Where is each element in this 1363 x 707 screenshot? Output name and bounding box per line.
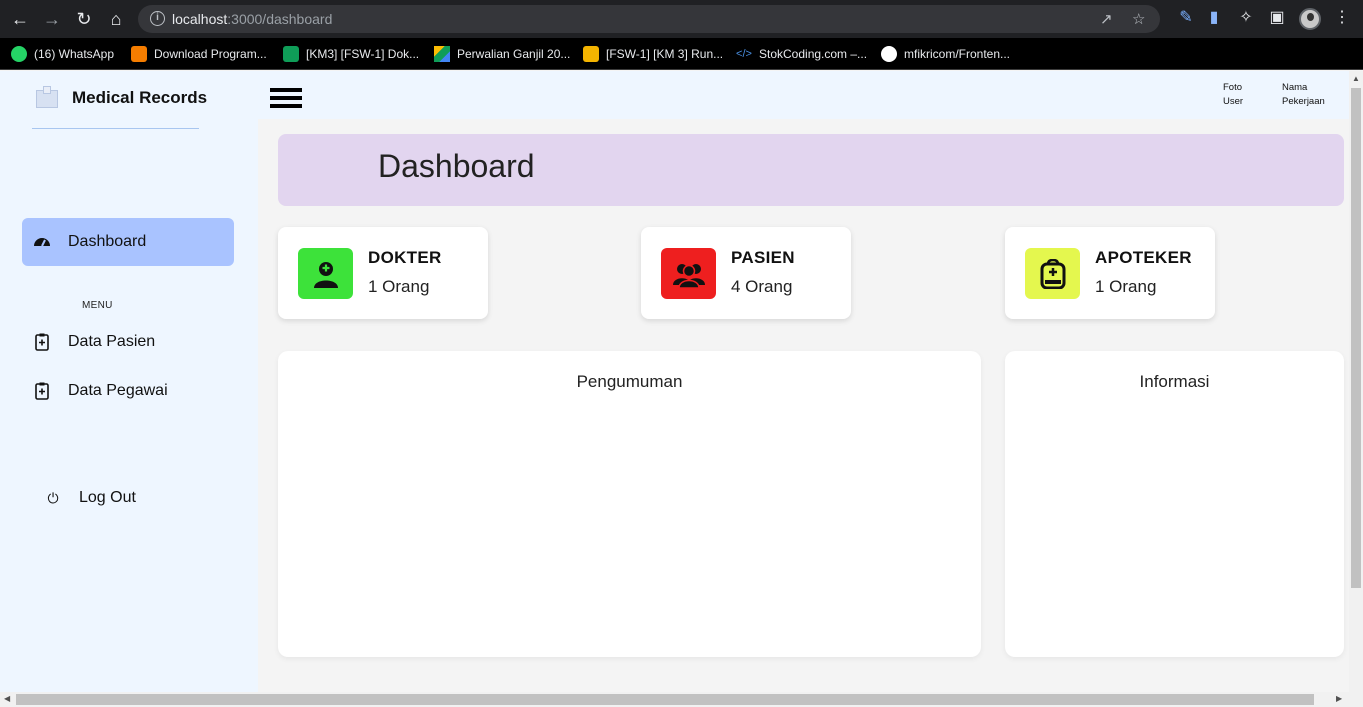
stat-name: APOTEKER	[1095, 248, 1192, 267]
bookmarks-bar: (16) WhatsApp Download Program... [KM3] …	[0, 38, 1363, 70]
power-icon: ⏻	[47, 490, 59, 506]
menu-section-label: MENU	[82, 300, 113, 311]
url-text: localhost:3000/dashboard	[172, 11, 332, 27]
bookmark-whatsapp[interactable]: (16) WhatsApp	[11, 45, 114, 63]
bookmark-perwalian[interactable]: Perwalian Ganjil 20...	[434, 45, 570, 63]
information-title: Informasi	[1139, 372, 1210, 391]
horizontal-scrollbar[interactable]: ◀ ▶	[0, 692, 1363, 707]
slides-icon	[583, 46, 599, 62]
stat-name: DOKTER	[368, 248, 442, 267]
bookmark-label: mfikricom/Fronten...	[904, 47, 1011, 61]
sidebar-item-dashboard[interactable]: Dashboard	[22, 218, 234, 266]
home-icon[interactable]: ⌂	[106, 9, 126, 29]
forward-icon[interactable]: →	[42, 9, 62, 29]
browser-toolbar: ← → ↻ ⌂ i localhost:3000/dashboard ↗ ☆ ✎…	[0, 0, 1363, 38]
hamburger-menu-icon[interactable]	[270, 88, 302, 108]
bookmark-label: (16) WhatsApp	[34, 47, 115, 61]
extension-pen-icon[interactable]: ✎	[1177, 9, 1195, 27]
user-photo-label: User	[1223, 96, 1244, 107]
medical-bag-icon	[1025, 248, 1080, 299]
extension-doc-icon[interactable]: ▮	[1205, 9, 1223, 27]
stat-card-apoteker[interactable]: APOTEKER 1 Orang	[1005, 227, 1215, 319]
bookmark-github[interactable]: mfikricom/Fronten...	[881, 45, 1010, 63]
browser-menu-icon[interactable]: ⋮	[1333, 9, 1351, 27]
main-content: Dashboard DOKTER 1 Orang PASIEN 4 Orang …	[258, 119, 1349, 692]
back-icon[interactable]: ←	[10, 9, 30, 29]
stat-card-dokter[interactable]: DOKTER 1 Orang	[278, 227, 488, 319]
address-bar[interactable]: i localhost:3000/dashboard ↗ ☆	[138, 5, 1160, 33]
site-info-icon[interactable]: i	[150, 11, 165, 26]
bookmark-stokcoding[interactable]: </> StokCoding.com –...	[736, 45, 867, 63]
doctor-icon	[298, 248, 353, 299]
user-name[interactable]: Nama Pekerjaan	[1282, 81, 1325, 109]
stat-card-pasien[interactable]: PASIEN 4 Orang	[641, 227, 851, 319]
clipboard-plus-icon	[33, 382, 51, 400]
announcements-panel: Pengumuman	[278, 351, 981, 657]
user-job-label: Pekerjaan	[1282, 96, 1325, 107]
user-photo[interactable]: Foto User	[1223, 81, 1243, 109]
sidebar-item-data-pegawai[interactable]: Data Pegawai	[22, 367, 234, 415]
sidebar-item-data-pasien[interactable]: Data Pasien	[22, 318, 234, 366]
vertical-scroll-thumb[interactable]	[1351, 88, 1361, 588]
brand-title: Medical Records	[72, 88, 208, 107]
extensions-puzzle-icon[interactable]: ✧	[1237, 9, 1255, 27]
bookmark-fsw1-run[interactable]: [FSW-1] [KM 3] Run...	[583, 45, 723, 63]
hospital-logo-icon	[32, 86, 62, 110]
stat-name: PASIEN	[731, 248, 795, 267]
horizontal-scroll-thumb[interactable]	[16, 694, 1314, 705]
logout-label: Log Out	[79, 489, 136, 506]
sidebar-item-label: Data Pasien	[68, 333, 156, 350]
stat-count: 1 Orang	[1095, 277, 1157, 296]
user-photo-label: Foto	[1223, 82, 1243, 93]
sidebar-item-label: Dashboard	[68, 233, 147, 250]
side-panel-icon[interactable]: ▣	[1268, 9, 1286, 27]
logout-button[interactable]: ⏻ Log Out	[45, 489, 136, 507]
bookmark-label: StokCoding.com –...	[759, 47, 868, 61]
code-icon: </>	[736, 48, 752, 60]
sheets-icon	[283, 46, 299, 62]
brand[interactable]: Medical Records	[32, 86, 207, 110]
gauge-icon	[33, 233, 51, 251]
url-host: localhost	[172, 11, 228, 27]
bookmark-label: Download Program...	[154, 47, 267, 61]
reload-icon[interactable]: ↻	[74, 9, 94, 29]
whatsapp-icon	[11, 46, 27, 62]
page-title: Dashboard	[378, 148, 535, 184]
bookmark-label: [FSW-1] [KM 3] Run...	[606, 47, 724, 61]
vertical-scrollbar[interactable]: ▲	[1349, 71, 1363, 692]
topbar: Foto User Nama Pekerjaan	[258, 71, 1349, 119]
bookmark-km3-dok[interactable]: [KM3] [FSW-1] Dok...	[283, 45, 419, 63]
drive-icon	[434, 46, 450, 62]
bookmark-label: Perwalian Ganjil 20...	[457, 47, 571, 61]
bookmark-label: [KM3] [FSW-1] Dok...	[306, 47, 420, 61]
users-icon	[661, 248, 716, 299]
blogger-icon	[131, 46, 147, 62]
page-header: Dashboard	[278, 134, 1344, 206]
stat-count: 1 Orang	[368, 277, 430, 296]
app: Medical Records Dashboard MENU Data Pasi…	[0, 71, 1349, 692]
share-icon[interactable]: ↗	[1100, 10, 1113, 28]
profile-avatar[interactable]	[1299, 8, 1321, 30]
stat-count: 4 Orang	[731, 277, 793, 296]
scroll-left-icon[interactable]: ◀	[4, 694, 10, 703]
announcements-title: Pengumuman	[576, 372, 683, 391]
bookmark-download-program[interactable]: Download Program...	[131, 45, 267, 63]
brand-divider	[32, 128, 199, 129]
scroll-right-icon[interactable]: ▶	[1336, 694, 1342, 703]
sidebar-item-label: Data Pegawai	[68, 382, 168, 399]
star-icon[interactable]: ☆	[1132, 10, 1145, 28]
sidebar: Medical Records Dashboard MENU Data Pasi…	[0, 71, 258, 692]
user-name-label: Nama	[1282, 82, 1308, 93]
scroll-up-icon[interactable]: ▲	[1352, 74, 1360, 83]
clipboard-plus-icon	[33, 333, 51, 351]
github-icon	[881, 46, 897, 62]
information-panel: Informasi	[1005, 351, 1344, 657]
url-path: :3000/dashboard	[227, 11, 333, 27]
